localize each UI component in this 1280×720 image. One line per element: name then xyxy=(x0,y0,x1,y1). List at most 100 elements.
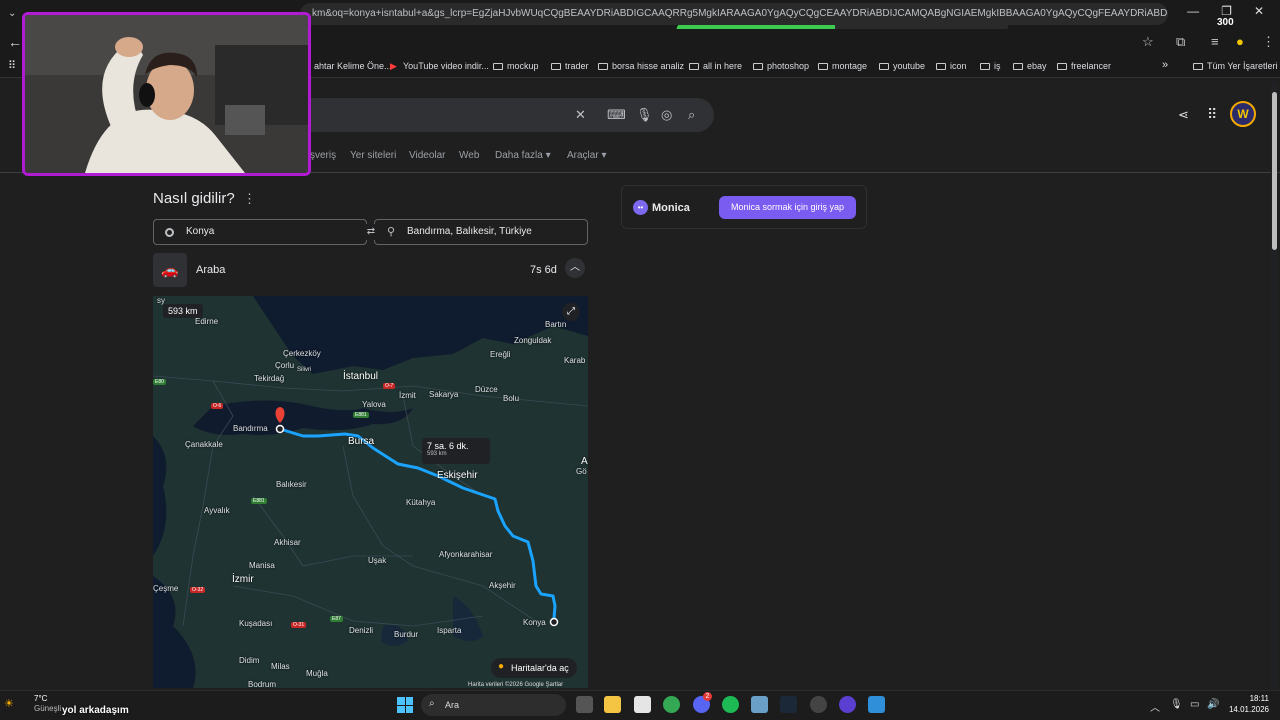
map-label: Bolu xyxy=(503,394,520,403)
media-controls-icon[interactable]: ≡ xyxy=(1211,34,1219,49)
map-label: Çorlu xyxy=(275,361,295,370)
road-badge: E87 xyxy=(330,616,343,622)
more-options-icon[interactable]: ⋮ xyxy=(243,191,256,207)
bookmark-item[interactable]: ahtar Kelime Öne... xyxy=(314,61,392,71)
task-view-icon[interactable] xyxy=(576,696,593,713)
keyboard-icon[interactable]: ⌨ xyxy=(607,107,626,123)
route-end-marker xyxy=(549,617,559,627)
destination-field[interactable]: ⚲ Bandırma, Balıkesir, Türkiye xyxy=(374,219,588,245)
route-info-popup[interactable]: 7 sa. 6 dk. 593 km xyxy=(422,438,490,464)
scrollbar-thumb[interactable] xyxy=(1272,92,1277,250)
monica-login-button[interactable]: Monica sormak için giriş yap xyxy=(719,196,856,219)
avatar[interactable]: W xyxy=(1230,101,1256,127)
clock-date[interactable]: 14.01.2026 xyxy=(1222,705,1269,714)
bookmark-folder[interactable]: youtube xyxy=(879,61,925,71)
webcam-overlay xyxy=(22,12,311,176)
weather-description[interactable]: Güneşli xyxy=(34,704,61,713)
bookmark-folder[interactable]: all in here xyxy=(689,61,742,71)
bookmark-folder[interactable]: borsa hisse analiz xyxy=(598,61,684,71)
road-badge: O-6 xyxy=(211,403,224,409)
map-label: Karab xyxy=(564,356,586,365)
tab-web[interactable]: Web xyxy=(459,150,479,161)
folder-icon xyxy=(689,63,699,70)
bookmark-folder[interactable]: montage xyxy=(818,61,867,71)
map-label: Çanakkale xyxy=(185,440,223,449)
folder-icon xyxy=(1013,63,1023,70)
windows-start-icon[interactable] xyxy=(397,697,413,713)
tab-list-chevron-icon[interactable]: ⌄ xyxy=(8,8,16,19)
bookmarks-overflow-button[interactable]: » xyxy=(1162,59,1168,71)
route-distance: 593 km xyxy=(427,451,447,457)
volume-icon[interactable]: 🔊 xyxy=(1207,699,1219,710)
tab-videos[interactable]: Videolar xyxy=(409,150,446,161)
route-map[interactable]: sy Edirne Çerkezköy Çorlu Silivri Tekird… xyxy=(153,296,588,688)
photos-icon[interactable] xyxy=(868,696,885,713)
swap-locations-button[interactable]: ⇄ xyxy=(363,224,379,240)
tab-tools[interactable]: Araçlar ▾ xyxy=(567,150,606,161)
back-button[interactable]: ← xyxy=(8,34,22,50)
close-icon[interactable]: ✕ xyxy=(1254,4,1264,18)
extensions-icon[interactable]: ⧉ xyxy=(1176,34,1185,50)
weather-temperature[interactable]: 7°C xyxy=(34,694,47,703)
bookmark-folder-label: freelancer xyxy=(1071,61,1112,71)
tab-more[interactable]: Daha fazla ▾ xyxy=(495,150,551,161)
map-label: Akşehir xyxy=(489,581,516,590)
chrome-icon[interactable] xyxy=(663,696,680,713)
folder-icon xyxy=(493,63,503,70)
map-label: Burdur xyxy=(394,630,419,639)
chevron-up-icon[interactable]: ︿ xyxy=(1150,699,1160,714)
origin-value: Konya xyxy=(186,226,215,237)
microphone-icon[interactable]: 🎙 xyxy=(1170,699,1183,710)
folder-icon xyxy=(753,63,763,70)
chevron-up-icon[interactable]: ︿ xyxy=(565,258,585,278)
followers-goal: 300 xyxy=(1217,17,1234,28)
profile-mini-icon[interactable]: ● xyxy=(1236,34,1244,49)
minimize-icon[interactable]: — xyxy=(1187,4,1199,18)
bookmark-folder[interactable]: freelancer xyxy=(1057,61,1111,71)
car-icon[interactable]: 🚗 xyxy=(153,253,187,287)
clear-search-icon[interactable]: ✕ xyxy=(575,107,586,123)
bookmark-star-icon[interactable]: ☆ xyxy=(1142,34,1154,50)
apps-grid-icon[interactable]: ⠿ xyxy=(8,59,16,72)
store-icon[interactable] xyxy=(634,696,651,713)
bookmark-folder-label: borsa hisse analiz xyxy=(612,61,685,71)
taskbar-search-input[interactable]: Ara xyxy=(421,694,566,716)
google-apps-icon[interactable]: ⠿ xyxy=(1207,106,1217,123)
lens-icon[interactable]: ◎ xyxy=(661,107,672,123)
bookmark-folder[interactable]: mockup xyxy=(493,61,539,71)
origin-field[interactable]: Konya xyxy=(153,219,367,245)
spotify-icon[interactable] xyxy=(722,696,739,713)
assistant-icon[interactable] xyxy=(839,696,856,713)
bookmark-item[interactable]: YouTube video indir... xyxy=(403,61,489,71)
map-label: A xyxy=(581,456,588,467)
tab-places[interactable]: Yer siteleri xyxy=(350,150,396,161)
steam-icon[interactable] xyxy=(780,696,797,713)
bookmark-folder[interactable]: iş xyxy=(980,61,1001,71)
monica-name: Monica xyxy=(652,202,690,214)
route-start-marker xyxy=(275,424,285,434)
bookmark-folder[interactable]: trader xyxy=(551,61,589,71)
all-bookmarks-folder[interactable]: Tüm Yer İşaretleri xyxy=(1193,61,1278,71)
obs-icon[interactable] xyxy=(810,696,827,713)
tab-shopping[interactable]: şveriş xyxy=(310,150,336,161)
microphone-icon[interactable]: 🎙 xyxy=(636,107,653,123)
share-icon[interactable]: ⋖ xyxy=(1178,107,1189,123)
map-label: Yalova xyxy=(362,400,386,409)
restore-icon[interactable]: ❐ xyxy=(1221,4,1232,18)
browser-menu-icon[interactable]: ⋮ xyxy=(1262,34,1275,50)
origin-circle-icon xyxy=(165,228,174,237)
search-icon[interactable]: ⌕ xyxy=(688,107,695,123)
map-label: İzmir xyxy=(232,574,254,585)
map-label: Silivri xyxy=(297,367,312,373)
streaming-app-icon[interactable] xyxy=(751,696,768,713)
road-badge: O-32 xyxy=(190,587,206,593)
bookmark-folder[interactable]: photoshop xyxy=(753,61,809,71)
bookmark-folder[interactable]: icon xyxy=(936,61,967,71)
map-label: Bodrum xyxy=(248,680,277,688)
expand-map-icon[interactable]: ⤢ xyxy=(562,303,580,321)
url-bar[interactable]: km&oq=konya+isntabul+a&gs_lcrp=EgZjaHJvb… xyxy=(300,3,1168,25)
network-icon[interactable]: ▭ xyxy=(1190,699,1199,710)
clock-time[interactable]: 18:11 xyxy=(1235,694,1269,703)
file-explorer-icon[interactable] xyxy=(604,696,621,713)
bookmark-folder[interactable]: ebay xyxy=(1013,61,1047,71)
